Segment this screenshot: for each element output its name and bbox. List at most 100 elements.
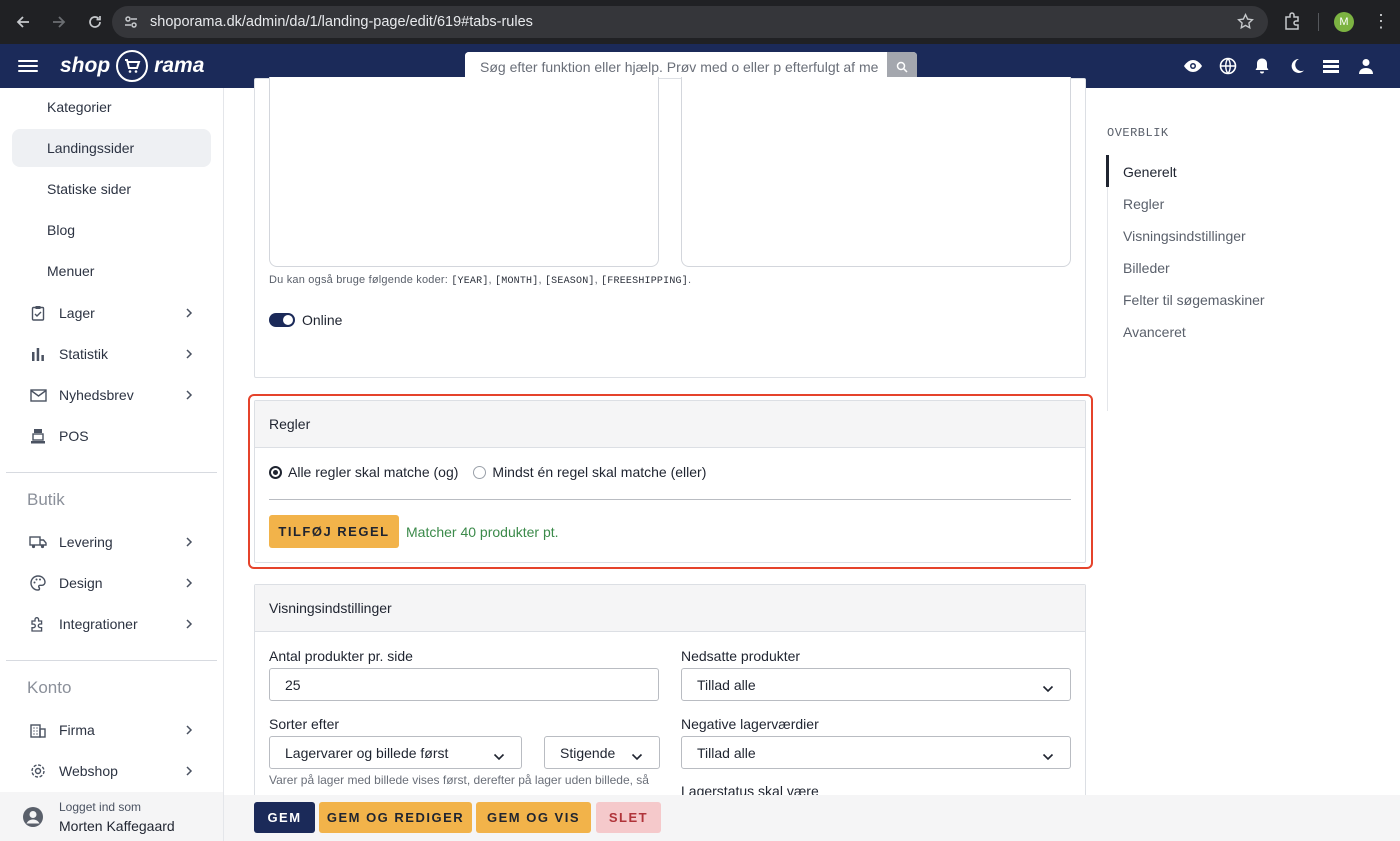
sidebar-item-label: Integrationer (59, 616, 138, 632)
overview-link-seo[interactable]: Felter til søgemaskiner (1123, 292, 1265, 308)
sidebar-item-label: Landingssider (47, 140, 135, 156)
reload-icon[interactable] (78, 5, 112, 39)
site-settings-icon[interactable] (112, 14, 150, 30)
chevron-down-icon (493, 748, 505, 764)
browser-toolbar: shoporama.dk/admin/da/1/landing-page/edi… (0, 0, 1400, 44)
user-icon[interactable] (1349, 55, 1384, 77)
rules-card-title: Regler (255, 401, 1085, 448)
chevron-right-icon (185, 306, 193, 322)
sidebar-item-menuer[interactable]: Menuer (12, 252, 211, 290)
chevron-down-icon (1042, 748, 1054, 764)
profile-avatar[interactable]: M (1334, 12, 1354, 32)
overview-panel: OVERBLIK Generelt Regler Visningsindstil… (1100, 88, 1400, 795)
main-content: Du kan også bruge følgende koder: [YEAR]… (224, 77, 1100, 841)
toolbar-separator (1318, 13, 1319, 31)
sidebar-item-statistik[interactable]: Statistik (12, 335, 211, 373)
sidebar-item-label: Kategorier (47, 99, 112, 115)
chevron-down-icon (631, 748, 643, 764)
sidebar-user-footer[interactable]: Logget ind som Morten Kaffegaard (0, 792, 223, 841)
register-icon (26, 428, 50, 444)
discounted-select[interactable]: Tillad alle (681, 668, 1071, 701)
negative-stock-label: Negative lagerværdier (681, 716, 819, 732)
sidebar-item-pos[interactable]: POS (12, 417, 211, 455)
sidebar-item-firma[interactable]: Firma (12, 711, 211, 749)
clipboard-icon (26, 305, 50, 321)
sidebar-item-landingssider[interactable]: Landingssider (12, 129, 211, 167)
settings-icon (26, 763, 50, 779)
radio-all-label[interactable]: Alle regler skal matche (og) (288, 464, 458, 480)
save-button[interactable]: GEM (254, 802, 315, 833)
code-month: [MONTH] (495, 276, 539, 287)
sidebar-item-kategorier[interactable]: Kategorier (12, 88, 211, 126)
extensions-icon[interactable] (1282, 11, 1302, 34)
per-page-input[interactable]: 25 (269, 668, 659, 701)
overview-link-billeder[interactable]: Billeder (1123, 260, 1170, 276)
general-card: Du kan også bruge følgende koder: [YEAR]… (254, 77, 1086, 378)
sidebar-item-label: Firma (59, 722, 95, 738)
overview-link-regler[interactable]: Regler (1123, 196, 1164, 212)
sidebar-item-statiske-sider[interactable]: Statiske sider (12, 170, 211, 208)
match-count-text: Matcher 40 produkter pt. (406, 524, 559, 540)
logo-text-left: shop (60, 54, 111, 77)
radio-any-label[interactable]: Mindst én regel skal matche (eller) (492, 464, 706, 480)
online-toggle[interactable] (269, 313, 295, 327)
sort-select[interactable]: Lagervarer og billede først (269, 736, 522, 769)
negative-stock-select[interactable]: Tillad alle (681, 736, 1071, 769)
save-and-edit-button[interactable]: GEM OG REDIGER (319, 802, 472, 833)
stack-icon[interactable] (1314, 55, 1349, 77)
bell-icon[interactable] (1245, 55, 1280, 77)
sidebar-item-label: Menuer (47, 263, 95, 279)
delete-button[interactable]: SLET (596, 802, 661, 833)
overview-link-generelt[interactable]: Generelt (1123, 164, 1177, 180)
codes-hint-text: Du kan også bruge følgende koder: (269, 274, 449, 286)
chevron-right-icon (185, 388, 193, 404)
globe-icon[interactable] (1211, 55, 1246, 77)
sidebar-item-integrationer[interactable]: Integrationer (12, 605, 211, 643)
building-icon (26, 722, 50, 738)
sidebar-item-design[interactable]: Design (12, 564, 211, 602)
discounted-value: Tillad alle (697, 676, 756, 693)
url-text[interactable]: shoporama.dk/admin/da/1/landing-page/edi… (150, 14, 533, 30)
sidebar-item-nyhedsbrev[interactable]: Nyhedsbrev (12, 376, 211, 414)
sidebar-item-levering[interactable]: Levering (12, 523, 211, 561)
shoporama-logo[interactable]: shop rama (60, 50, 204, 82)
sort-help-text: Varer på lager med billede vises først, … (269, 773, 649, 787)
description-textarea[interactable] (269, 77, 659, 267)
address-bar[interactable]: shoporama.dk/admin/da/1/landing-page/edi… (112, 6, 1268, 38)
browser-menu-icon[interactable]: ⋮ (1372, 12, 1390, 30)
sidebar-item-lager[interactable]: Lager (12, 294, 211, 332)
forward-icon[interactable] (42, 5, 76, 39)
moon-icon[interactable] (1280, 55, 1315, 77)
radio-all-rules[interactable] (269, 465, 282, 479)
sidebar-item-webshop[interactable]: Webshop (12, 752, 211, 790)
bar-chart-icon (26, 347, 50, 361)
hamburger-menu-icon[interactable] (18, 57, 38, 75)
rules-divider (269, 499, 1071, 500)
eye-icon[interactable] (1176, 55, 1211, 77)
chevron-down-icon (1042, 680, 1054, 696)
overview-link-visningsindstillinger[interactable]: Visningsindstillinger (1123, 228, 1246, 244)
back-icon[interactable] (6, 5, 40, 39)
chevron-right-icon (185, 576, 193, 592)
sidebar-section-butik: Butik (27, 490, 65, 509)
secondary-textarea[interactable] (681, 77, 1071, 267)
add-rule-button[interactable]: TILFØJ REGEL (269, 515, 399, 548)
sidebar-section-konto: Konto (27, 678, 72, 697)
overview-title: OVERBLIK (1107, 126, 1169, 140)
sidebar-divider (6, 660, 217, 661)
online-label: Online (302, 312, 343, 328)
search-icon (896, 61, 908, 73)
sidebar-item-label: Blog (47, 222, 76, 238)
logged-in-label: Logget ind som (59, 799, 142, 814)
header-actions (1176, 55, 1383, 77)
sidebar-item-blog[interactable]: Blog (12, 211, 211, 249)
sort-direction-select[interactable]: Stigende (544, 736, 660, 769)
save-and-view-button[interactable]: GEM OG VIS (476, 802, 591, 833)
bookmark-star-icon[interactable] (1237, 12, 1254, 33)
sidebar-item-label: Nyhedsbrev (59, 387, 134, 403)
sidebar: Kategorier Landingssider Statiske sider … (0, 88, 224, 841)
chevron-right-icon (185, 535, 193, 551)
radio-any-rule[interactable] (473, 465, 487, 479)
overview-link-avanceret[interactable]: Avanceret (1123, 324, 1186, 340)
rules-match-options: Alle regler skal matche (og) Mindst én r… (269, 464, 706, 480)
